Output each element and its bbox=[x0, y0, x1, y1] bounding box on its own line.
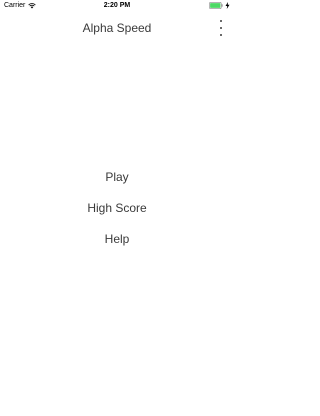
bolt-icon bbox=[225, 2, 230, 9]
page-title: Alpha Speed bbox=[82, 21, 152, 35]
high-score-button[interactable]: High Score bbox=[79, 197, 154, 228]
status-bar: Carrier 2:20 PM bbox=[0, 0, 234, 12]
navigation-bar: Alpha Speed bbox=[0, 14, 234, 44]
main-menu: Play High Score Help bbox=[0, 166, 234, 259]
play-button[interactable]: Play bbox=[97, 166, 136, 197]
more-vertical-icon bbox=[219, 20, 223, 23]
status-time: 2:20 PM bbox=[103, 2, 131, 9]
battery-status bbox=[209, 2, 230, 9]
more-vertical-icon-dot bbox=[219, 33, 223, 36]
more-vertical-icon-dot bbox=[219, 26, 223, 30]
battery-icon bbox=[209, 2, 223, 9]
more-options-button[interactable] bbox=[216, 20, 226, 36]
help-button[interactable]: Help bbox=[97, 228, 138, 259]
